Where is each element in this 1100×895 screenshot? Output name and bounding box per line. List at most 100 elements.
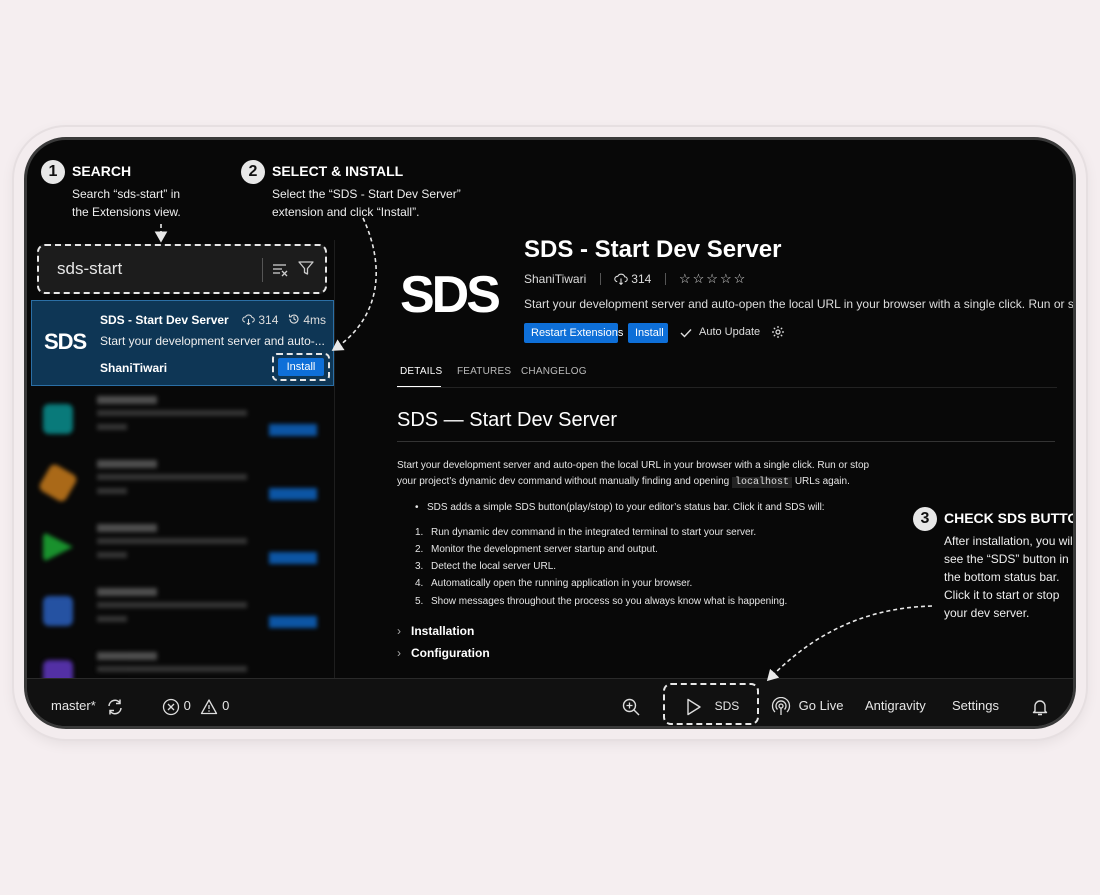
step-description: Search “sds-start” in the Extensions vie… — [72, 185, 181, 221]
restart-extensions-button[interactable]: Restart Extensions — [524, 323, 623, 343]
sidebar-divider — [334, 240, 335, 678]
chevron-right-icon: › — [397, 624, 401, 638]
branch-name: master* — [51, 698, 96, 713]
numbered-item: 5. Show messages throughout the process s… — [415, 596, 788, 607]
sds-label: SDS — [714, 699, 740, 713]
error-count: 0 — [183, 698, 191, 713]
download-count: 314 — [242, 313, 278, 327]
branch-indicator[interactable]: master* — [51, 679, 125, 726]
chevron-right-icon: › — [397, 646, 401, 660]
step-desc-line: see the “SDS” button in — [944, 552, 1069, 566]
gear-icon[interactable] — [771, 325, 785, 344]
detail-meta: ShaniTiwari 314 ☆☆☆☆☆ — [524, 271, 747, 287]
bullet-text: SDS adds a simple SDS button(play/stop) … — [427, 502, 825, 513]
antigravity-item[interactable]: Antigravity — [865, 679, 926, 726]
numbered-item: 2. Monitor the development server startup… — [415, 544, 658, 555]
step-desc-line: Select the “SDS - Start Dev Server” — [272, 187, 461, 201]
star-rating[interactable]: ☆☆☆☆☆ — [679, 271, 747, 287]
sds-status-button[interactable]: SDS — [685, 679, 740, 726]
detail-author[interactable]: ShaniTiwari — [524, 272, 586, 286]
editor-window: 1 SEARCH Search “sds-start” in the Exten… — [24, 137, 1076, 729]
numbered-text: Detect the local server URL. — [431, 561, 557, 572]
warning-icon — [201, 698, 218, 714]
numbered-text: Monitor the development server startup a… — [431, 544, 658, 555]
numbered-text: Run dynamic dev command in the integrate… — [431, 527, 757, 538]
active-tab-indicator — [397, 386, 441, 387]
extension-description: Start your development server and auto-.… — [100, 334, 325, 348]
step-title: CHECK SDS BUTTON — [944, 510, 1076, 526]
list-item[interactable] — [31, 450, 334, 512]
step-number: 1 — [41, 160, 65, 184]
step-desc-line: Click it to start or stop — [944, 588, 1060, 602]
section-installation[interactable]: › Installation — [397, 624, 474, 638]
tab-details[interactable]: DETAILS — [400, 366, 442, 377]
numbered-item: 3. Detect the local server URL. — [415, 561, 557, 572]
numbered-text: Show messages throughout the process so … — [431, 596, 788, 607]
meta-divider — [664, 273, 666, 285]
tab-changelog[interactable]: CHANGELOG — [521, 366, 587, 377]
heading-rule — [397, 441, 1055, 442]
cloud-download-icon — [614, 273, 628, 286]
cloud-download-icon — [242, 314, 255, 326]
sds-logo: SDS — [44, 329, 87, 354]
detail-install-button[interactable]: Install — [628, 323, 668, 343]
bullet-item: • SDS adds a simple SDS button(play/stop)… — [415, 502, 825, 513]
step-desc-line: your dev server. — [944, 606, 1030, 620]
step-title: SEARCH — [72, 163, 132, 179]
step-number: 2 — [241, 160, 265, 184]
list-item[interactable] — [31, 578, 334, 640]
step-desc-line: Search “sds-start” in — [72, 187, 181, 201]
status-bar: master* 0 0 SDS Go Live Antigravity Sett… — [27, 678, 1073, 726]
go-live-label: Go Live — [798, 698, 844, 713]
warning-count: 0 — [222, 698, 230, 713]
sync-icon[interactable] — [105, 697, 125, 717]
step-desc-line: the bottom status bar. — [944, 570, 1060, 584]
problems-indicator[interactable]: 0 0 — [162, 679, 230, 726]
tab-features[interactable]: FEATURES — [457, 366, 511, 377]
go-live-button[interactable]: Go Live — [771, 679, 844, 726]
paragraph-text: URLs again. — [794, 476, 850, 487]
zoom-in-icon[interactable] — [621, 679, 641, 726]
activation-time-value: 4ms — [303, 313, 327, 327]
settings-item[interactable]: Settings — [952, 679, 999, 726]
list-item[interactable] — [31, 514, 334, 576]
detail-title: SDS - Start Dev Server — [524, 236, 782, 263]
broadcast-icon — [771, 696, 791, 715]
search-value: sds-start — [57, 259, 123, 278]
error-icon — [162, 698, 180, 715]
install-highlight: Install — [272, 353, 330, 381]
detail-downloads: 314 — [631, 272, 652, 286]
search-divider — [262, 258, 263, 282]
bell-icon[interactable] — [1030, 679, 1050, 726]
step-title: SELECT & INSTALL — [272, 163, 404, 179]
step-desc-line: the Extensions view. — [72, 205, 181, 219]
extension-search-input[interactable]: sds-start — [37, 244, 327, 294]
readme-paragraph-line: your project’s dynamic dev command witho… — [397, 476, 850, 488]
readme-heading: SDS — Start Dev Server — [397, 409, 618, 431]
numbered-text: Automatically open the running applicati… — [431, 578, 693, 589]
download-count-value: 314 — [258, 313, 279, 327]
history-icon — [288, 314, 299, 324]
section-label: Installation — [411, 624, 475, 638]
extension-results-blurred — [31, 386, 334, 690]
inline-code: localhost — [732, 477, 793, 488]
check-icon — [680, 329, 692, 338]
step-description: After installation, you will see the “SD… — [944, 532, 1076, 622]
auto-update-checkbox[interactable] — [679, 326, 693, 340]
install-button[interactable]: Install — [278, 358, 324, 376]
step-desc-line: After installation, you will — [944, 534, 1076, 548]
section-configuration[interactable]: › Configuration — [397, 646, 490, 660]
step-number: 3 — [913, 507, 937, 531]
filter-icon[interactable] — [297, 259, 315, 282]
section-label: Configuration — [411, 646, 490, 660]
step-description: Select the “SDS - Start Dev Server” exte… — [272, 185, 461, 221]
detail-tabs: DETAILS FEATURES CHANGELOG — [397, 362, 1057, 388]
detail-sds-logo: SDS — [400, 266, 501, 324]
clear-filter-icon[interactable] — [271, 260, 289, 283]
meta-divider — [599, 273, 601, 285]
extension-list-item-selected[interactable]: SDS SDS - Start Dev Server 314 4ms Start… — [31, 300, 334, 386]
auto-update-label: Auto Update — [699, 326, 761, 338]
list-item[interactable] — [31, 386, 334, 448]
readme-paragraph-line: Start your development server and auto-o… — [397, 460, 870, 471]
extension-author: ShaniTiwari — [100, 361, 168, 375]
